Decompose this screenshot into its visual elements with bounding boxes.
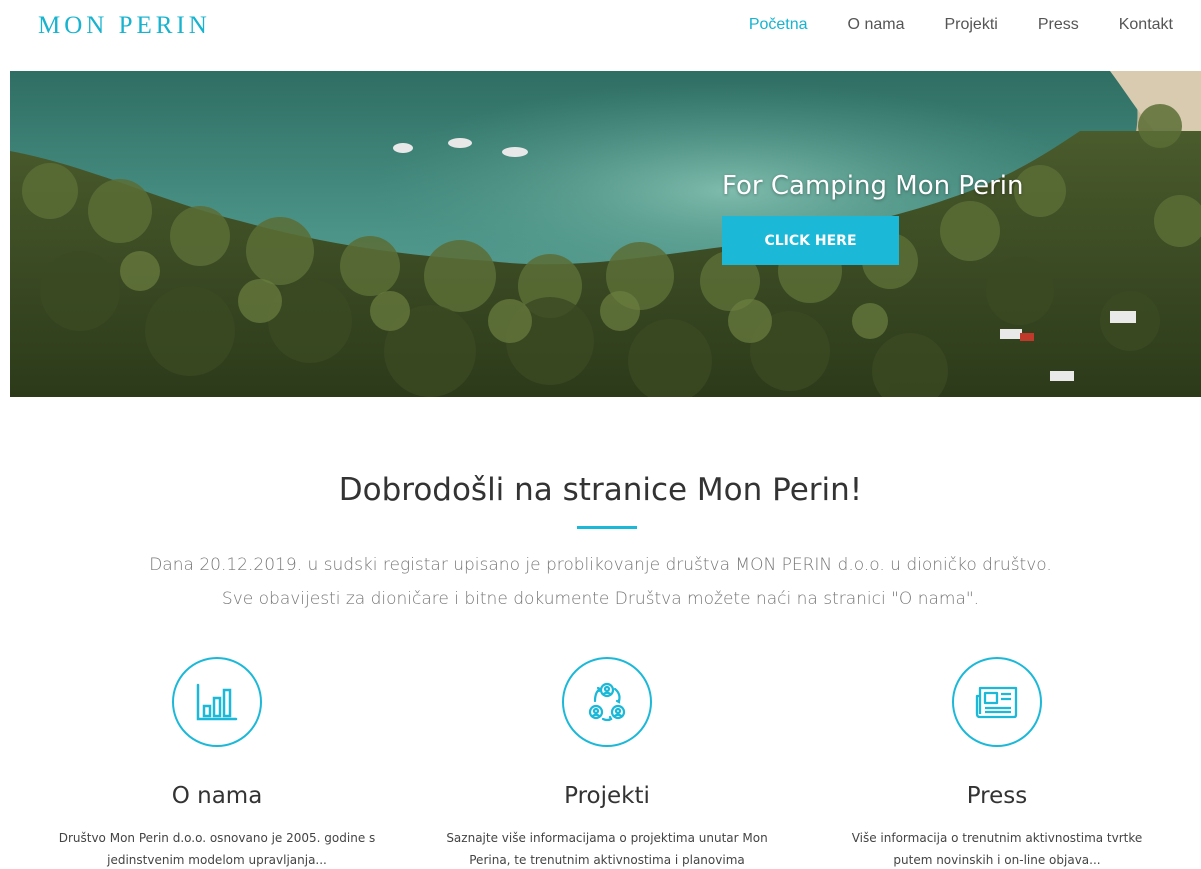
feature-desc-line-2: putem novinskih i on-line objava... (893, 853, 1101, 867)
feature-desc-line-1: Više informacija o trenutnim aktivnostim… (851, 831, 1143, 845)
welcome-text: Dana 20.12.2019. u sudski registar upisa… (0, 548, 1201, 616)
feature-description: Saznajte više informacijama o projektima… (427, 827, 787, 869)
nav-item-pocetna[interactable]: Početna (749, 16, 808, 34)
hero-photo (10, 71, 1201, 397)
main-nav: Početna O nama Projekti Press Kontakt (709, 16, 1173, 34)
feature-description: Više informacija o trenutnim aktivnostim… (817, 827, 1177, 869)
feature-title: Press (966, 783, 1028, 809)
nav-item-kontakt[interactable]: Kontakt (1119, 16, 1173, 34)
welcome-line-1: Dana 20.12.2019. u sudski registar upisa… (149, 555, 1052, 575)
site-header: MON PERIN Početna O nama Projekti Press … (0, 0, 1201, 60)
nav-item-projekti[interactable]: Projekti (944, 16, 997, 34)
feature-icon-circle[interactable] (562, 657, 652, 747)
click-here-button[interactable]: CLICK HERE (722, 216, 899, 265)
hero-banner: For Camping Mon Perin CLICK HERE (10, 71, 1201, 397)
welcome-line-2: Sve obavijesti za dioničare i bitne doku… (221, 589, 980, 609)
nav-item-press[interactable]: Press (1038, 16, 1079, 34)
hero-title: For Camping Mon Perin (722, 171, 1024, 201)
site-logo[interactable]: MON PERIN (38, 12, 211, 40)
feature-desc-line-2: jedinstvenim modelom upravljanja... (107, 853, 327, 867)
nav-item-o-nama[interactable]: O nama (848, 16, 905, 34)
feature-title: Projekti (564, 783, 650, 809)
feature-title: O nama (171, 783, 263, 809)
feature-desc-line-1: Saznajte više informacijama o projektima… (446, 831, 768, 845)
feature-icon-circle[interactable] (952, 657, 1042, 747)
newspaper-icon (975, 686, 1018, 719)
feature-icon-circle[interactable] (172, 657, 262, 747)
feature-description: Društvo Mon Perin d.o.o. osnovano je 200… (37, 827, 397, 869)
bar-chart-icon (196, 683, 238, 721)
welcome-title: Dobrodošli na stranice Mon Perin! (338, 472, 863, 508)
title-divider (577, 526, 637, 529)
feature-desc-line-2: Perina, te trenutnim aktivnostima i plan… (469, 853, 745, 867)
feature-desc-line-1: Društvo Mon Perin d.o.o. osnovano je 200… (58, 831, 376, 845)
people-cycle-icon (588, 682, 626, 722)
